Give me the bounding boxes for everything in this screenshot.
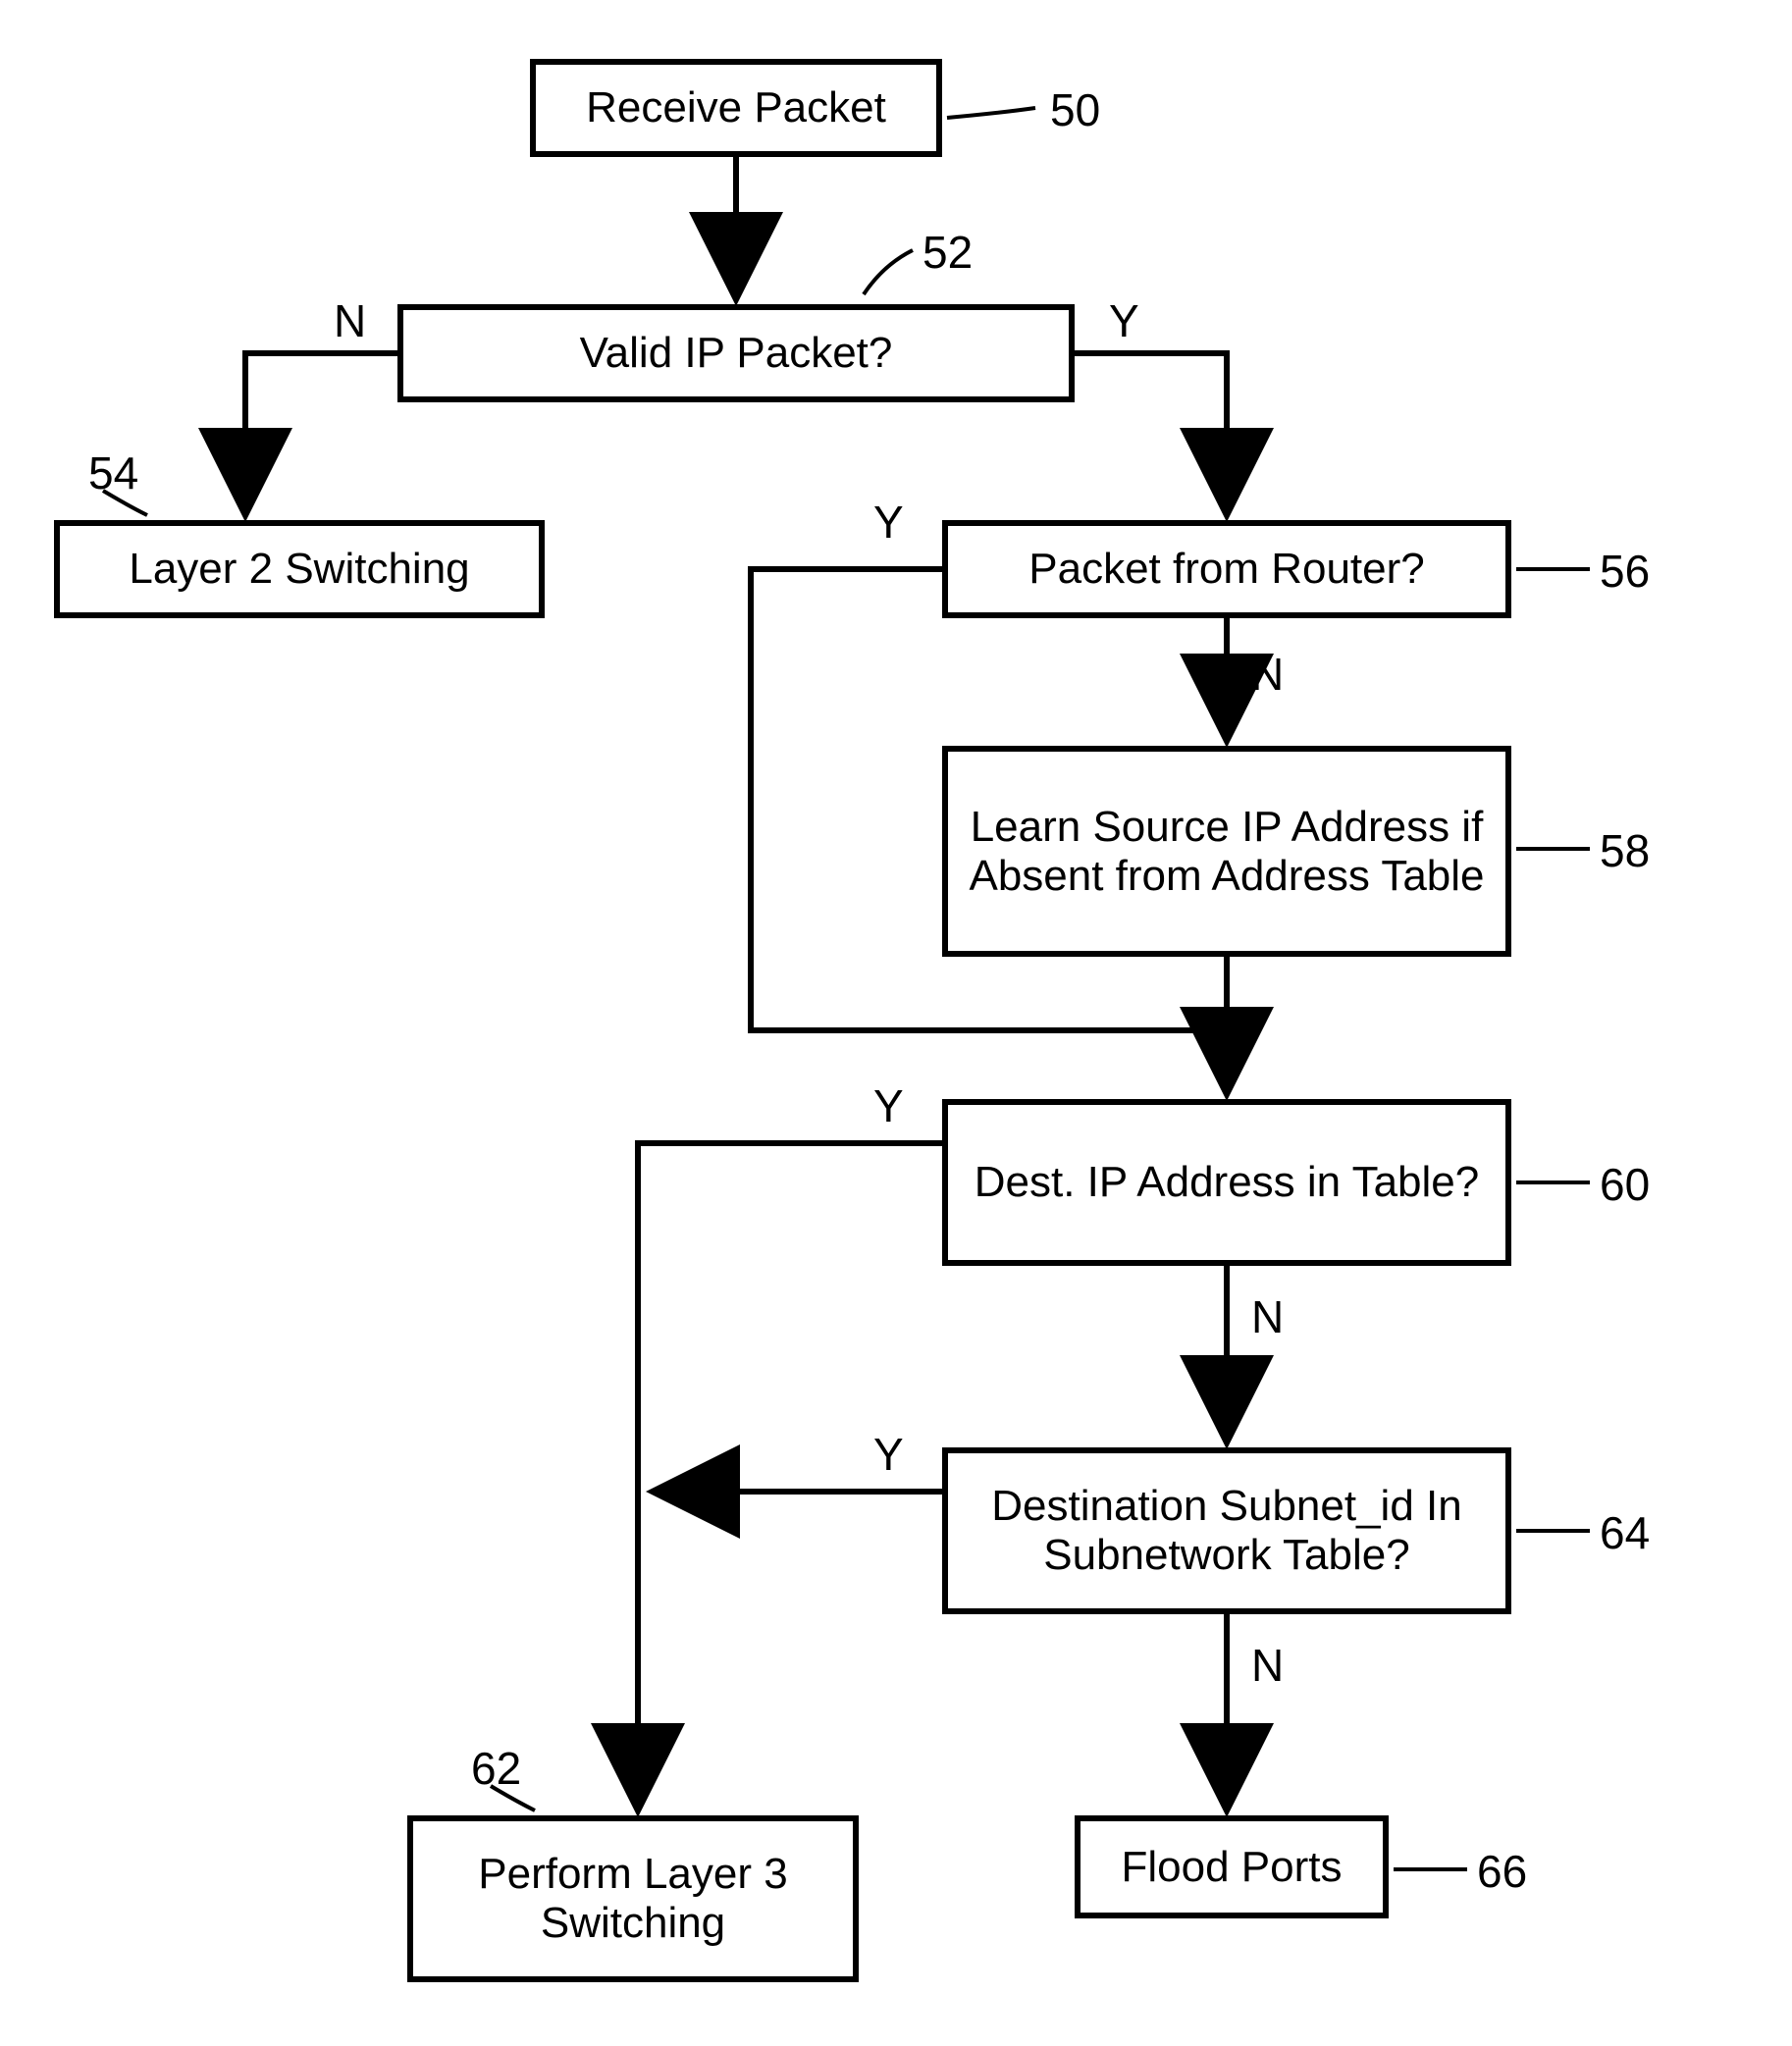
node-receive-packet: Receive Packet	[530, 59, 942, 157]
node-dest-subnet-in-table: Destination Subnet_id In Subnetwork Tabl…	[942, 1447, 1511, 1614]
node-valid-ip: Valid IP Packet?	[397, 304, 1075, 402]
node-text: Valid IP Packet?	[580, 329, 893, 378]
edge-label-56-no: N	[1251, 648, 1284, 701]
node-ref-50: 50	[1050, 83, 1100, 136]
node-text: Perform Layer 3 Switching	[421, 1850, 845, 1948]
node-text: Dest. IP Address in Table?	[975, 1158, 1479, 1207]
edge-label-52-no: N	[334, 294, 366, 347]
node-text: Layer 2 Switching	[129, 545, 469, 594]
edge-label-64-yes: Y	[873, 1428, 904, 1481]
edge-label-60-no: N	[1251, 1290, 1284, 1343]
node-text: Destination Subnet_id In Subnetwork Tabl…	[956, 1482, 1498, 1580]
node-dest-ip-in-table: Dest. IP Address in Table?	[942, 1099, 1511, 1266]
node-ref-52: 52	[922, 226, 973, 279]
edge-label-60-yes: Y	[873, 1079, 904, 1132]
flowchart-canvas: Receive Packet 50 Valid IP Packet? 52 La…	[0, 0, 1792, 2046]
node-text: Packet from Router?	[1028, 545, 1425, 594]
node-ref-62: 62	[471, 1742, 521, 1795]
edge-label-56-yes: Y	[873, 496, 904, 549]
node-flood-ports: Flood Ports	[1075, 1815, 1389, 1918]
node-ref-54: 54	[88, 446, 138, 499]
node-learn-source-ip: Learn Source IP Address if Absent from A…	[942, 746, 1511, 957]
edge-label-64-no: N	[1251, 1639, 1284, 1692]
node-ref-58: 58	[1600, 824, 1650, 877]
node-text: Receive Packet	[586, 83, 886, 132]
node-ref-60: 60	[1600, 1158, 1650, 1211]
node-packet-from-router: Packet from Router?	[942, 520, 1511, 618]
node-ref-64: 64	[1600, 1506, 1650, 1559]
node-ref-66: 66	[1477, 1845, 1527, 1898]
node-ref-56: 56	[1600, 545, 1650, 598]
node-layer3-switching: Perform Layer 3 Switching	[407, 1815, 859, 1982]
edge-label-52-yes: Y	[1109, 294, 1139, 347]
node-layer2-switching: Layer 2 Switching	[54, 520, 545, 618]
node-text: Learn Source IP Address if Absent from A…	[956, 803, 1498, 901]
node-text: Flood Ports	[1122, 1843, 1343, 1892]
